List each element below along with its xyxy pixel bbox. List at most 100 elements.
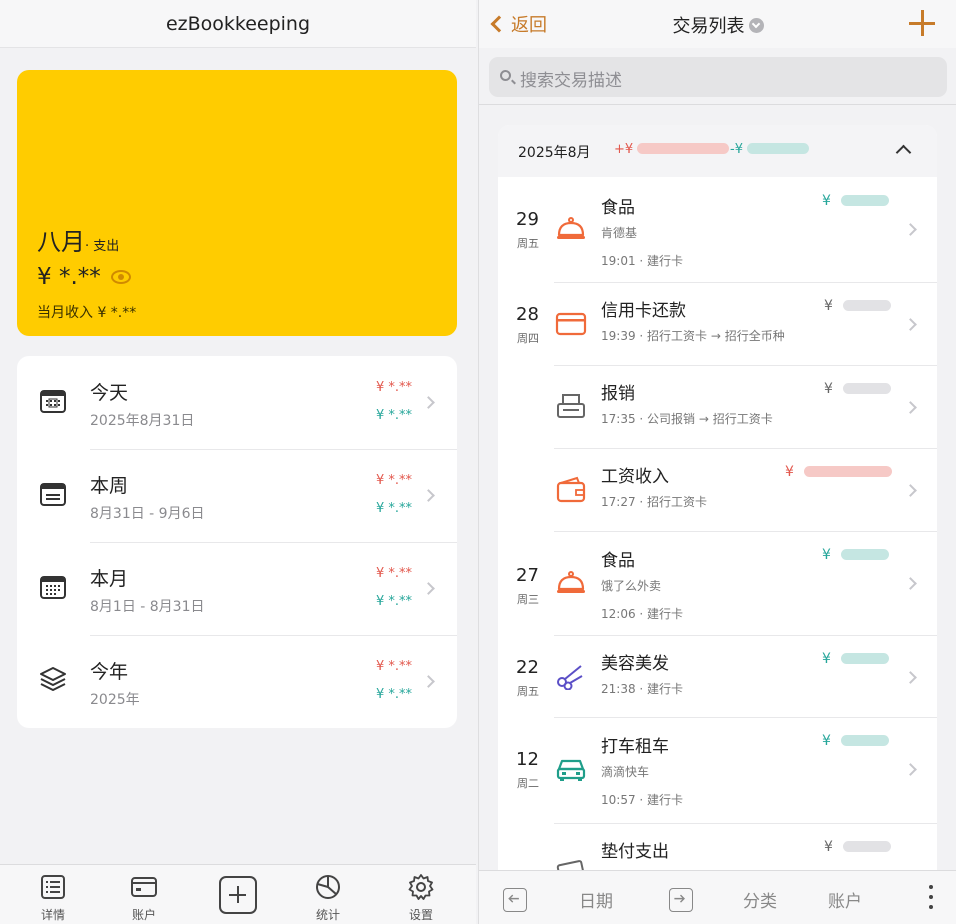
transaction-item[interactable]: 12 周二 打车租车 滴滴快车 10:57 · 建行卡 ¥ bbox=[498, 717, 937, 823]
category-filter-button[interactable]: 分类 bbox=[743, 887, 777, 912]
chevron-up-icon[interactable] bbox=[895, 144, 912, 161]
period-this-week[interactable]: 本周 8月31日 - 9月6日 ¥ *.** ¥ *.** bbox=[17, 449, 457, 542]
add-button[interactable] bbox=[909, 10, 935, 36]
page-title[interactable]: 交易列表 bbox=[479, 12, 956, 38]
hidden-amount bbox=[842, 841, 891, 852]
overview-month: 八月 bbox=[37, 228, 85, 256]
hidden-amount bbox=[637, 143, 730, 154]
chevron-right-icon bbox=[904, 401, 917, 414]
tx-amount: ¥ bbox=[824, 839, 891, 855]
tx-weekday: 周五 bbox=[517, 237, 539, 250]
currency: ¥ bbox=[822, 547, 831, 563]
overview-title: 八月· 支出 bbox=[37, 222, 119, 257]
food-icon bbox=[557, 571, 585, 593]
tab-details[interactable]: 详情 bbox=[23, 865, 83, 924]
currency: ¥ bbox=[785, 464, 794, 480]
tx-weekday: 周五 bbox=[517, 685, 539, 698]
search-placeholder: 搜索交易描述 bbox=[520, 71, 622, 91]
home-pane: ezBookkeeping 八月· 支出 ¥ *.** 当月收入 ¥ *.** … bbox=[0, 0, 476, 924]
divider bbox=[554, 365, 937, 366]
monthly-overview-card[interactable]: 八月· 支出 ¥ *.** 当月收入 ¥ *.** bbox=[17, 70, 457, 336]
month-group-header[interactable]: 2025年8月 +¥ -¥ bbox=[498, 125, 937, 177]
period-date: 2025年8月31日 bbox=[90, 413, 195, 429]
tx-amount: ¥ bbox=[785, 464, 892, 480]
period-income: ¥ *.** bbox=[375, 501, 412, 516]
period-this-year[interactable]: 今年 2025年 ¥ *.** ¥ *.** bbox=[17, 635, 457, 728]
divider bbox=[554, 448, 937, 449]
tx-meta: 21:38 · 建行卡 bbox=[601, 682, 684, 696]
period-name: 今天 bbox=[90, 382, 129, 404]
calendar-icon bbox=[40, 390, 66, 413]
bottom-toolbar: 日期 分类 账户 bbox=[479, 870, 956, 924]
wallet-icon bbox=[556, 476, 586, 503]
bottom-tab-bar: 详情 账户 统计 设置 bbox=[0, 864, 476, 924]
overview-expense-value: ¥ *.** bbox=[37, 264, 101, 290]
period-date: 8月1日 - 8月31日 bbox=[90, 599, 205, 615]
transaction-item[interactable]: 29 周五 食品 肯德基 19:01 · 建行卡 ¥ bbox=[498, 177, 937, 282]
period-date: 8月31日 - 9月6日 bbox=[90, 506, 205, 522]
add-transaction-button[interactable] bbox=[219, 876, 257, 914]
chevron-right-icon bbox=[904, 671, 917, 684]
tx-meta: 10:57 · 建行卡 bbox=[601, 793, 684, 807]
tab-settings[interactable]: 设置 bbox=[391, 865, 451, 924]
tx-name: 报销 bbox=[601, 384, 635, 404]
taxi-icon bbox=[556, 759, 586, 781]
tx-weekday: 周二 bbox=[517, 777, 539, 790]
eye-icon[interactable] bbox=[110, 270, 131, 284]
tab-accounts[interactable]: 账户 bbox=[114, 865, 174, 924]
chevron-right-icon bbox=[904, 577, 917, 590]
tx-day: 22 bbox=[516, 657, 539, 678]
period-income: ¥ *.** bbox=[375, 687, 412, 702]
calendar-icon bbox=[40, 483, 66, 506]
tab-label: 统计 bbox=[315, 908, 340, 922]
transaction-item[interactable]: 27 周三 食品 饿了么外卖 12:06 · 建行卡 ¥ bbox=[498, 531, 937, 635]
chevron-right-icon bbox=[422, 489, 435, 502]
tx-amount: ¥ bbox=[822, 651, 889, 667]
currency: ¥ bbox=[822, 733, 831, 749]
account-filter-button[interactable]: 账户 bbox=[828, 887, 862, 912]
period-expense: ¥ *.** bbox=[375, 473, 412, 488]
transaction-item[interactable]: 报销 17:35 · 公司报销 → 招行工资卡 ¥ bbox=[498, 365, 937, 448]
period-name: 本周 bbox=[90, 475, 129, 497]
tab-label: 设置 bbox=[408, 908, 433, 922]
hidden-amount bbox=[803, 466, 892, 477]
period-income: ¥ *.** bbox=[375, 594, 412, 609]
arrow-right-icon bbox=[674, 894, 685, 903]
period-this-month[interactable]: 本月 8月1日 - 8月31日 ¥ *.** ¥ *.** bbox=[17, 542, 457, 635]
transaction-item[interactable]: 28 周四 信用卡还款 19:39 · 招行工资卡 → 招行全币种 ¥ bbox=[498, 282, 937, 365]
period-date: 2025年 bbox=[90, 692, 140, 708]
gear-icon bbox=[408, 874, 434, 900]
chevron-right-icon bbox=[904, 484, 917, 497]
chevron-right-icon bbox=[904, 763, 917, 776]
search-input[interactable]: 搜索交易描述 bbox=[489, 57, 947, 97]
next-period-button[interactable] bbox=[669, 888, 693, 912]
prev-period-button[interactable] bbox=[503, 888, 527, 912]
chevron-down-icon bbox=[748, 18, 764, 33]
app-title: ezBookkeeping bbox=[0, 0, 476, 48]
hidden-amount bbox=[746, 143, 809, 154]
tx-day: 29 bbox=[516, 209, 539, 230]
chevron-right-icon bbox=[422, 582, 435, 595]
period-today[interactable]: 今天 2025年8月31日 ¥ *.** ¥ *.** bbox=[17, 356, 457, 449]
chevron-right-icon bbox=[904, 223, 917, 236]
period-summary-list: 今天 2025年8月31日 ¥ *.** ¥ *.** 本周 8月31日 - 9… bbox=[17, 356, 457, 728]
period-expense: ¥ *.** bbox=[375, 380, 412, 395]
tx-name: 工资收入 bbox=[601, 467, 669, 487]
tab-label: 账户 bbox=[131, 908, 156, 922]
transaction-item[interactable]: 22 周五 美容美发 21:38 · 建行卡 ¥ bbox=[498, 635, 937, 717]
search-icon bbox=[500, 70, 511, 81]
more-icon[interactable] bbox=[929, 885, 933, 911]
tx-amount: ¥ bbox=[824, 298, 891, 314]
expense-prefix: -¥ bbox=[730, 142, 743, 157]
transaction-item[interactable]: 工资收入 17:27 · 招行工资卡 ¥ bbox=[498, 448, 937, 531]
overview-income: 当月收入 ¥ *.** bbox=[37, 305, 137, 321]
tab-statistics[interactable]: 统计 bbox=[298, 865, 358, 924]
period-income: ¥ *.** bbox=[375, 408, 412, 423]
chevron-right-icon bbox=[904, 318, 917, 331]
currency: ¥ bbox=[824, 839, 833, 855]
date-filter-button[interactable]: 日期 bbox=[579, 887, 613, 912]
arrow-left-icon bbox=[508, 894, 519, 903]
period-name: 今年 bbox=[90, 661, 129, 683]
income-prefix: +¥ bbox=[614, 142, 634, 157]
tx-comment: 滴滴快车 bbox=[601, 765, 650, 779]
